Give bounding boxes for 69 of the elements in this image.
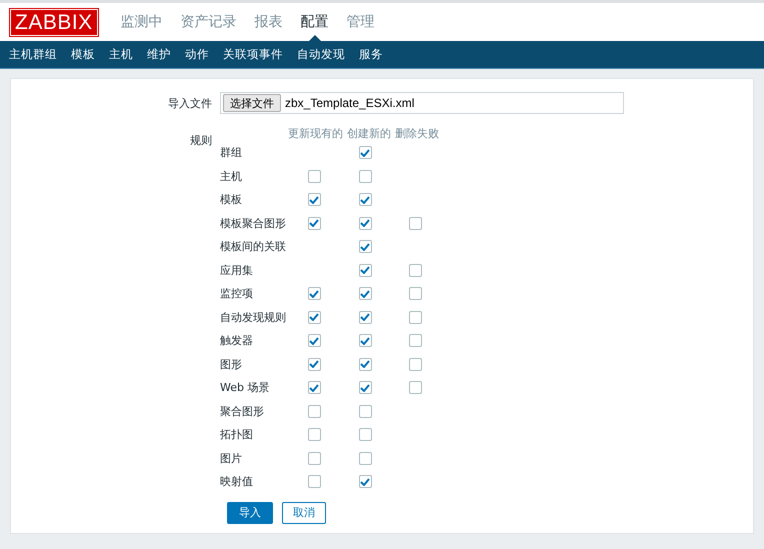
rule-label: 触发器 [220,333,254,348]
checkbox[interactable] [308,287,320,300]
rule-label: 聚合图形 [220,404,265,419]
rule-label: 模板聚合图形 [220,216,287,231]
checkbox[interactable] [308,428,320,442]
import-button[interactable]: 导入 [227,502,273,524]
checkbox[interactable] [308,310,320,324]
checkbox[interactable] [358,216,372,230]
checkbox[interactable] [308,358,320,371]
rule-label: 模板间的关联 [220,239,287,254]
checkbox[interactable] [308,381,320,394]
rule-label: 应用集 [220,262,254,278]
rule-label: 映射值 [220,474,254,490]
checkbox[interactable] [408,264,422,277]
rule-label: 监控项 [220,286,254,302]
column-header: 更新现有的 [288,126,343,141]
checkbox[interactable] [308,170,320,183]
checkbox[interactable] [308,452,320,465]
checkbox[interactable] [358,381,372,394]
checkbox[interactable] [308,334,320,348]
column-header: 创建新的 [347,126,391,141]
file-field[interactable]: 选择文件 zbx_Template_ESXi.xml [220,92,624,114]
field-label: 规则 [189,133,213,149]
rule-label: 拓扑图 [220,427,254,442]
checkbox[interactable] [308,404,320,418]
checkbox[interactable] [408,334,422,348]
checkbox[interactable] [358,452,372,465]
rule-label: 模板 [220,192,243,208]
rule-label: 图形 [220,356,243,372]
file-name: zbx_Template_ESXi.xml [285,96,414,110]
rule-label: 群组 [220,145,243,160]
checkbox[interactable] [358,264,372,277]
checkbox[interactable] [358,240,372,254]
sub-menu-item[interactable]: 关联项事件 [216,41,290,68]
column-header: 删除失败 [395,126,439,141]
checkbox[interactable] [408,358,422,371]
cancel-button[interactable]: 取消 [282,502,326,524]
checkbox[interactable] [308,475,320,488]
sub-menu-item[interactable]: 动作 [178,41,216,68]
checkbox[interactable] [358,428,372,442]
checkbox[interactable] [358,193,372,206]
checkbox[interactable] [358,287,372,300]
sub-menu-item[interactable]: 维护 [140,41,178,68]
checkbox[interactable] [358,475,372,488]
checkbox[interactable] [358,146,372,160]
checkbox[interactable] [358,170,372,183]
main-menu-item[interactable]: 管理 [338,3,384,41]
sub-menu-item[interactable]: 主机群组 [2,41,64,68]
sub-menu-item[interactable]: 服务 [352,41,390,68]
checkbox[interactable] [358,334,372,348]
sub-menu-item[interactable]: 自动发现 [290,41,352,68]
logo[interactable]: ZABBIX [10,8,98,36]
sub-menu-item[interactable]: 模板 [64,41,102,68]
checkbox[interactable] [358,404,372,418]
checkbox[interactable] [408,216,422,230]
rule-label: 主机 [220,168,243,184]
checkbox[interactable] [408,287,422,300]
rule-label: 自动发现规则 [220,310,287,325]
checkbox[interactable] [308,193,320,206]
rule-label: 图片 [220,450,243,466]
sub-menu-item[interactable]: 主机 [102,41,140,68]
field-label: 导入文件 [167,96,213,110]
checkbox[interactable] [408,310,422,324]
checkbox[interactable] [358,310,372,324]
checkbox[interactable] [408,381,422,394]
rule-label: Web 场景 [220,380,270,396]
checkbox[interactable] [308,216,320,230]
choose-file-button[interactable]: 选择文件 [223,94,281,112]
checkbox[interactable] [358,358,372,371]
